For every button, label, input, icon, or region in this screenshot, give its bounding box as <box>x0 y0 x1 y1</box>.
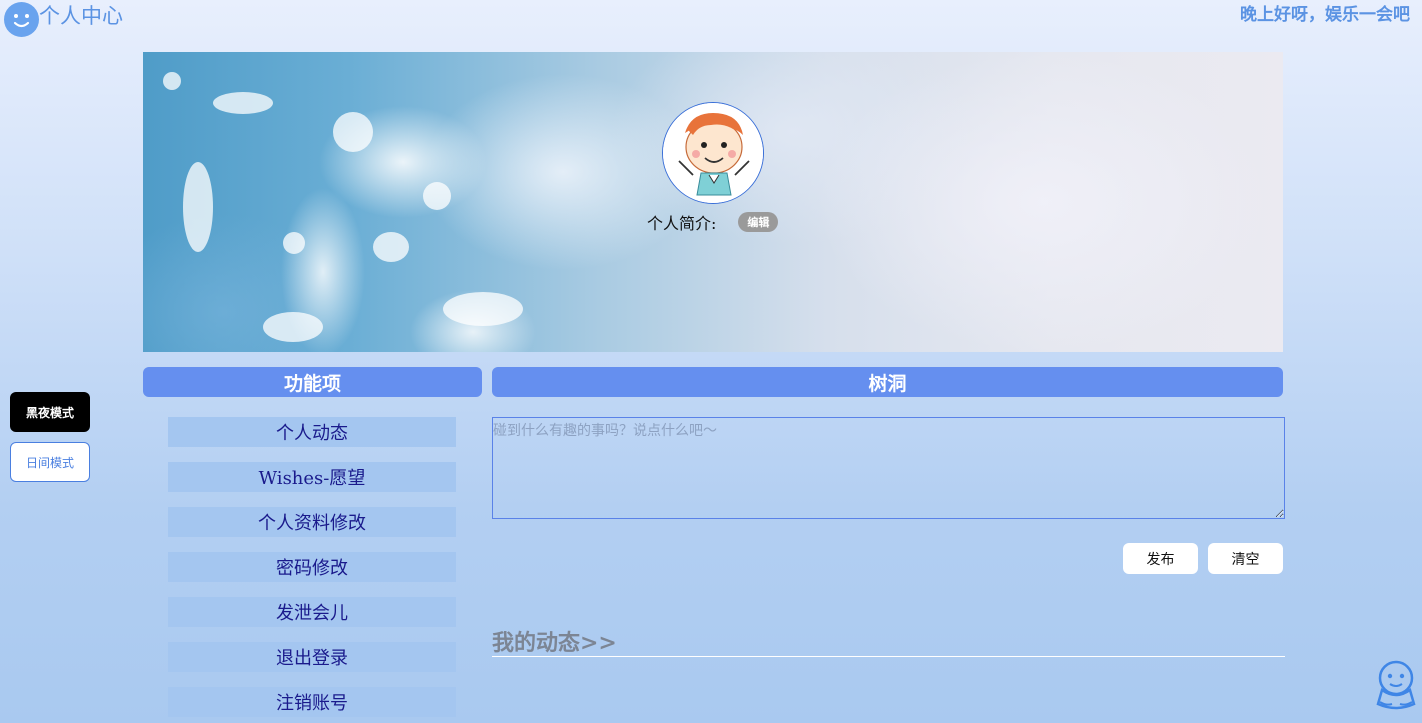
site-title: 个人中心 <box>39 3 123 28</box>
publish-button[interactable]: 发布 <box>1123 543 1198 574</box>
clear-button[interactable]: 清空 <box>1208 543 1283 574</box>
profile-banner: 个人简介: 编辑 <box>143 52 1283 352</box>
menu-item-change-password[interactable]: 密码修改 <box>168 552 456 582</box>
day-mode-button[interactable]: 日间模式 <box>10 442 90 482</box>
tree-hole-header: 树洞 <box>492 367 1283 397</box>
my-posts-heading[interactable]: 我的动态>> <box>492 625 1285 657</box>
tree-hole-input[interactable] <box>492 417 1285 519</box>
intro-label: 个人简介: <box>647 214 717 233</box>
cartoon-boy-avatar[interactable] <box>662 102 764 204</box>
edit-intro-button[interactable]: 编辑 <box>738 212 779 232</box>
menu-item-vent[interactable]: 发泄会儿 <box>168 597 456 627</box>
smiley-face-icon <box>4 2 39 37</box>
menu-item-personal-posts[interactable]: 个人动态 <box>168 417 456 447</box>
menu-item-edit-profile[interactable]: 个人资料修改 <box>168 507 456 537</box>
menu-item-logout[interactable]: 退出登录 <box>168 642 456 672</box>
menu-item-delete-account[interactable]: 注销账号 <box>168 687 456 717</box>
qq-penguin-icon[interactable] <box>1374 660 1418 712</box>
night-mode-button[interactable]: 黑夜模式 <box>10 392 90 432</box>
functions-header: 功能项 <box>143 367 482 397</box>
menu-item-wishes[interactable]: Wishes-愿望 <box>168 462 456 492</box>
profile-intro: 个人简介: 编辑 <box>647 210 779 234</box>
logo[interactable]: 个人中心 <box>4 0 123 37</box>
greeting-text: 晚上好呀，娱乐一会吧 <box>1240 5 1410 25</box>
